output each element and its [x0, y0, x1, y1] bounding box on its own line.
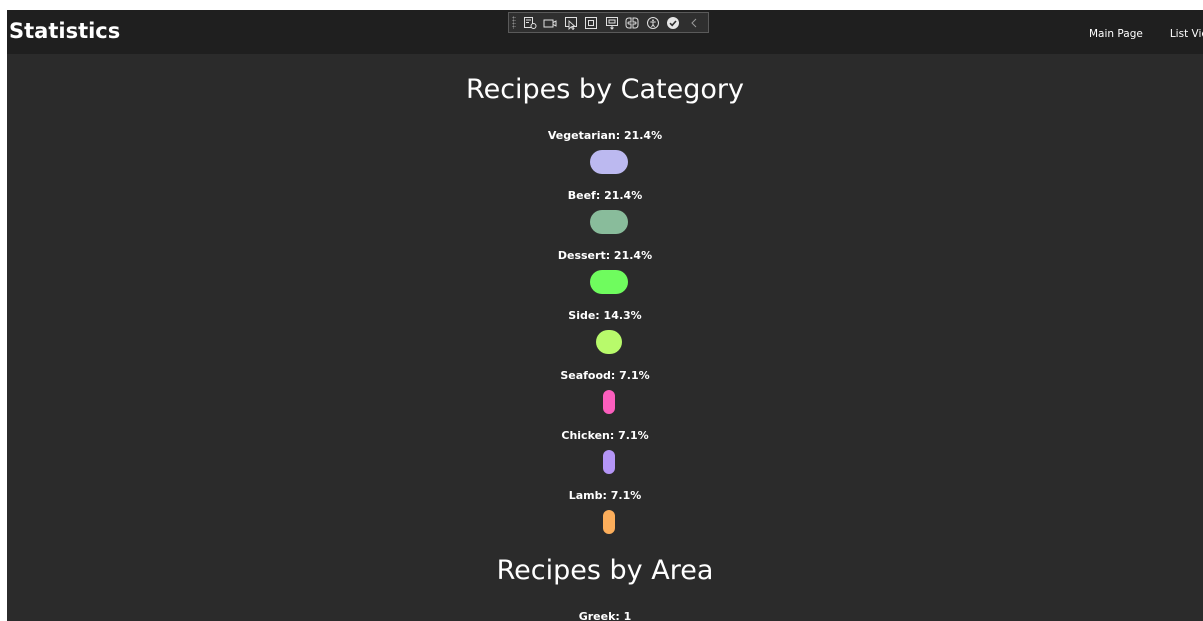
category-label-chicken: Chicken: 7.1% — [561, 429, 649, 442]
page-title: Statistics — [9, 19, 121, 43]
area-section-title: Recipes by Area — [496, 555, 714, 586]
category-label-lamb: Lamb: 7.1% — [568, 489, 642, 502]
track-focus-icon[interactable] — [603, 14, 620, 31]
category-label-vegetarian: Vegetarian: 21.4% — [547, 129, 663, 142]
area-label-greek: Greek: 1 — [578, 610, 632, 621]
live-visual-tree-icon[interactable] — [521, 14, 538, 31]
category-bar-lamb — [602, 510, 616, 534]
statistics-content: Recipes by Category Vegetarian: 21.4% Be… — [7, 54, 1203, 621]
select-element-icon[interactable] — [562, 14, 579, 31]
category-label-seafood: Seafood: 7.1% — [560, 369, 650, 382]
category-label-dessert: Dessert: 21.4% — [557, 249, 653, 262]
accessibility-icon[interactable] — [644, 14, 661, 31]
category-section-title: Recipes by Category — [466, 74, 744, 105]
category-bar-beef — [590, 210, 628, 234]
collapse-toolbar-icon[interactable] — [685, 14, 702, 31]
nav-link-list-view[interactable]: List View — [1170, 27, 1203, 41]
category-bar-seafood — [602, 390, 616, 414]
category-bar-dessert — [590, 270, 628, 294]
category-bar-chicken — [602, 450, 616, 474]
category-label-beef: Beef: 21.4% — [567, 189, 643, 202]
category-label-side: Side: 14.3% — [568, 309, 642, 322]
title-bar: Statistics Main Page List Vi — [7, 10, 1203, 54]
toolbar-grip[interactable] — [512, 16, 516, 29]
top-navigation: Main Page List View — [1089, 27, 1203, 41]
nav-link-main-page[interactable]: Main Page — [1089, 27, 1143, 41]
xaml-debug-toolbar — [508, 12, 709, 33]
binding-failures-icon[interactable] — [624, 14, 641, 31]
category-bar-vegetarian — [590, 150, 628, 174]
hot-reload-status-icon[interactable] — [665, 14, 682, 31]
screen-recorder-icon[interactable] — [542, 14, 559, 31]
app-window: Statistics Main Page List Vi Recipes by … — [7, 10, 1203, 621]
display-layout-adorners-icon[interactable] — [583, 14, 600, 31]
category-bar-side — [596, 330, 622, 354]
